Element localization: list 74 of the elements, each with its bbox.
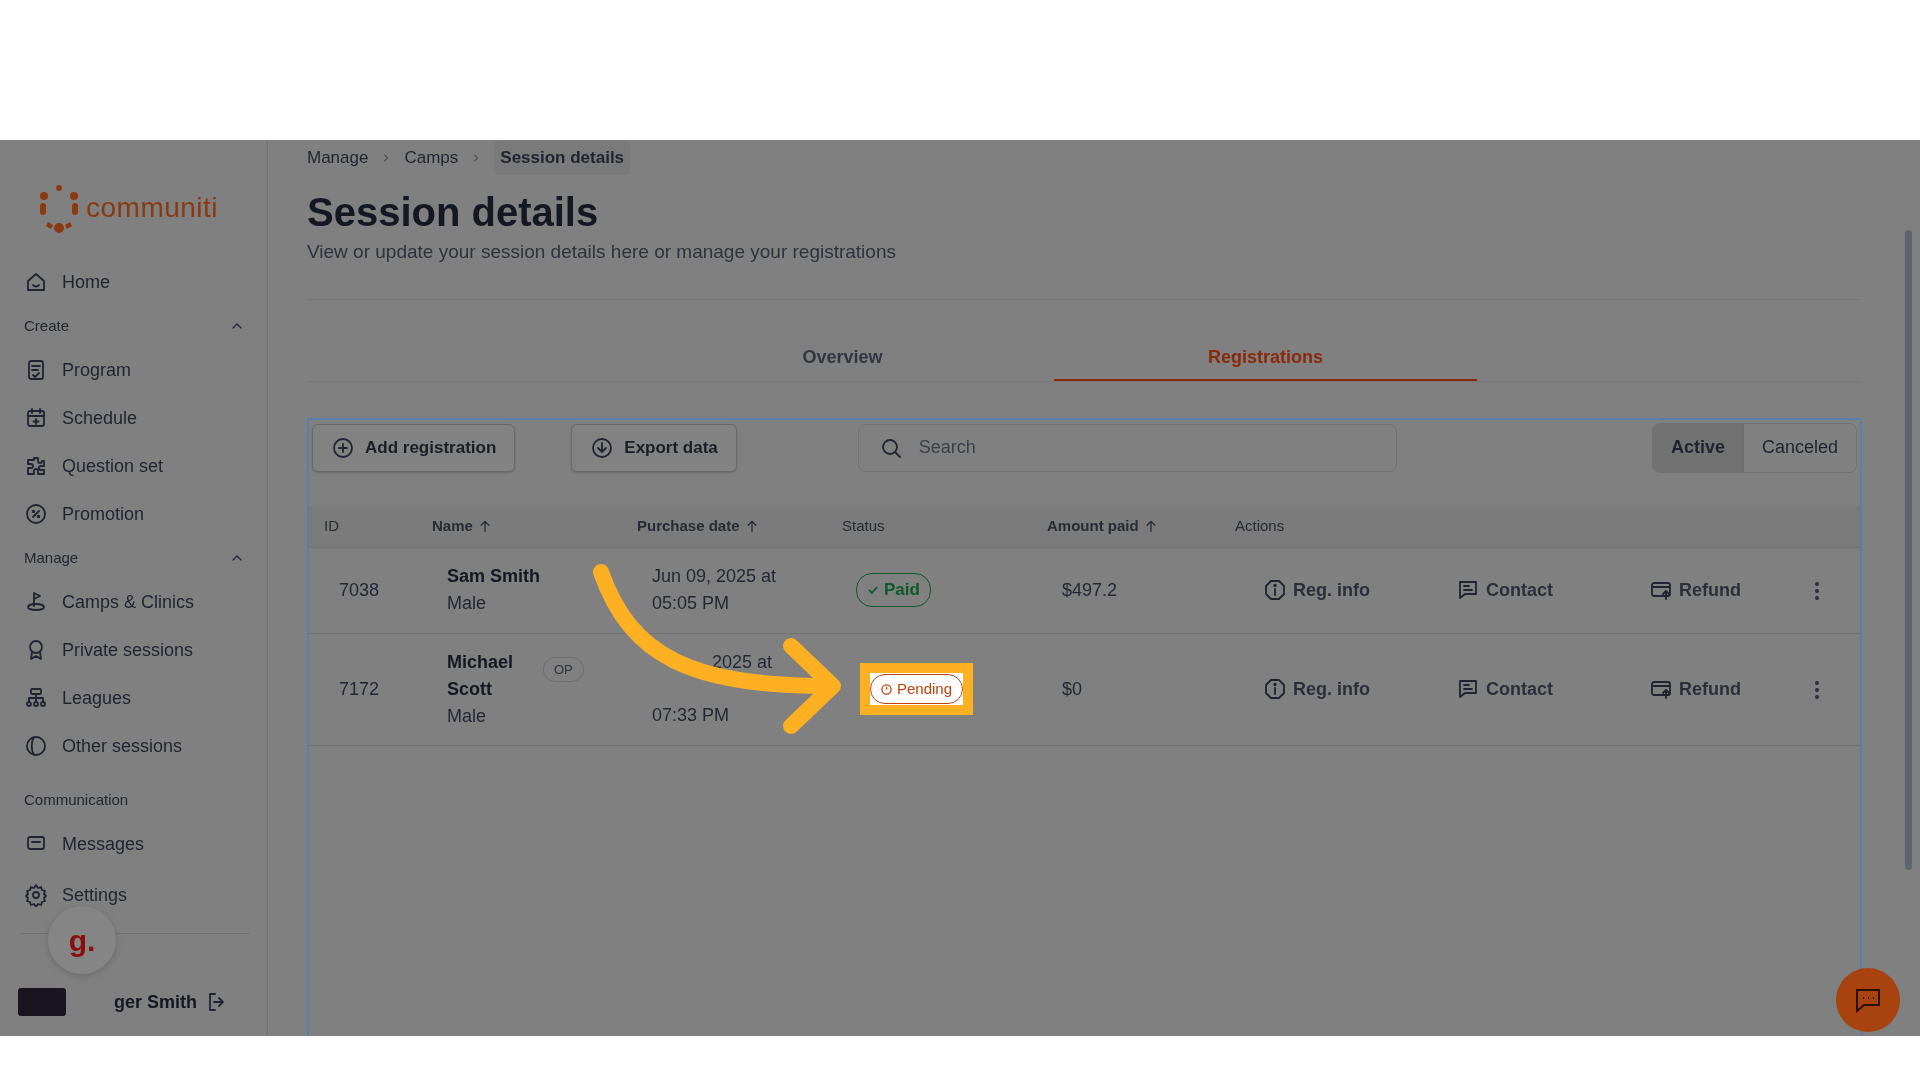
nav-item[interactable]: Schedule <box>20 394 249 442</box>
person-gender: Male <box>447 592 487 615</box>
action-link[interactable]: Refund <box>1649 675 1814 703</box>
purchase-date: 2025 at <box>711 651 774 674</box>
download-icon <box>590 435 615 460</box>
breadcrumb-item[interactable]: Manage <box>307 145 369 171</box>
settings-icon <box>24 883 48 907</box>
status-badge: Pending <box>870 673 964 705</box>
person-gender: Male <box>447 704 487 728</box>
page-subtitle: View or update your session details here or manage your registrations <box>307 240 897 264</box>
info-icon <box>1263 578 1287 602</box>
person-name: Michael Scott <box>447 650 515 701</box>
column-header[interactable]: Name <box>432 514 473 538</box>
person-name: Sam Smith <box>447 565 541 588</box>
chat-icon <box>1456 677 1480 701</box>
section-header[interactable]: Manage <box>20 538 249 578</box>
calendar-icon <box>24 406 48 430</box>
table-cell-text: 7172 <box>338 677 381 701</box>
column-header[interactable]: Purchase date <box>637 514 740 538</box>
home-icon <box>24 270 48 294</box>
nav-item[interactable]: Question set <box>20 442 249 490</box>
chat-icon <box>1456 578 1480 602</box>
avatar-image <box>18 988 66 1016</box>
hierarchy-icon <box>24 686 48 710</box>
page-title: Session details <box>307 189 600 236</box>
add-registration-button[interactable]: Add registration <box>312 423 516 472</box>
plus-icon <box>331 435 355 460</box>
table-cell-text: 7038 <box>338 578 381 602</box>
breadcrumb-item[interactable]: Camps <box>404 145 459 171</box>
section-header[interactable]: Create <box>20 306 249 346</box>
column-header[interactable]: Amount paid <box>1047 514 1139 538</box>
column-header[interactable]: Actions <box>1235 514 1285 538</box>
nav-item[interactable]: Program <box>20 346 249 394</box>
amount-paid: $0 <box>1061 677 1084 701</box>
tag-label: OP <box>543 656 584 682</box>
column-header[interactable]: ID <box>324 514 339 538</box>
chat-icon <box>1854 987 1882 1013</box>
purchase-date: Jun 09, 2025 at <box>652 565 778 588</box>
column-header[interactable]: Status <box>842 514 885 538</box>
breadcrumb-item[interactable]: Session details <box>494 141 631 175</box>
purchase-date: 07:33 PM <box>652 704 731 727</box>
clock-icon <box>881 683 892 695</box>
info-icon <box>1263 677 1287 701</box>
puzzle-icon <box>24 454 48 478</box>
tab[interactable]: Overview <box>631 335 1054 381</box>
check-icon <box>867 584 879 596</box>
filter-tab[interactable]: Active <box>1652 423 1743 472</box>
export-data-button[interactable]: Export data <box>571 423 737 472</box>
scrollbar[interactable] <box>1905 230 1912 870</box>
action-link[interactable]: Reg. info <box>1263 576 1428 604</box>
nav-item[interactable]: Camps & Clinics <box>20 578 249 626</box>
assistant-button[interactable]: g. <box>48 906 116 974</box>
circle-icon <box>24 734 48 758</box>
nav-item[interactable]: Private sessions <box>20 626 249 674</box>
section-header[interactable]: Communication <box>20 780 249 820</box>
action-link[interactable]: Contact <box>1456 576 1621 604</box>
nav-item[interactable]: Leagues <box>20 674 249 722</box>
amount-paid: $497.2 <box>1061 578 1119 602</box>
nav-item[interactable]: Home <box>20 258 249 306</box>
user-name: ger Smith <box>114 990 197 1014</box>
search-box[interactable]: Search <box>857 423 1397 472</box>
search-field[interactable]: Search <box>916 433 1376 462</box>
nav-item[interactable]: Messages <box>20 820 249 868</box>
nav-item[interactable]: Promotion <box>20 490 249 538</box>
percent-icon <box>24 502 48 526</box>
purchase-date: 05:05 PM <box>652 592 731 615</box>
tab[interactable]: Registrations <box>1054 335 1477 381</box>
status-badge: Paid <box>856 573 931 607</box>
action-link[interactable]: Contact <box>1456 675 1621 703</box>
logo-text: communiti <box>86 191 219 225</box>
nav-item[interactable]: Other sessions <box>20 722 249 770</box>
flag-icon <box>24 590 48 614</box>
action-link[interactable]: Refund <box>1649 576 1814 604</box>
action-link[interactable]: Reg. info <box>1263 675 1428 703</box>
